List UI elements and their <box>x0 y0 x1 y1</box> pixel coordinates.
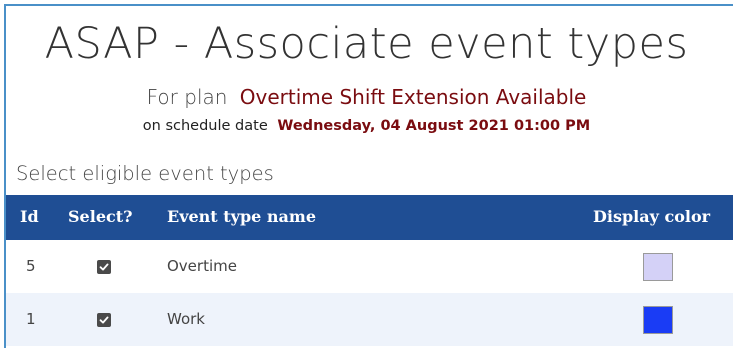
display-color-swatch[interactable] <box>643 253 673 281</box>
schedule-date: Wednesday, 04 August 2021 01:00 PM <box>277 118 591 134</box>
event-type-name: Work <box>167 310 205 328</box>
select-checkbox[interactable] <box>97 313 111 327</box>
check-icon <box>99 263 109 271</box>
column-header-id[interactable]: Id <box>20 207 39 226</box>
column-header-select[interactable]: Select? <box>68 207 133 226</box>
column-header-display-color[interactable]: Display color <box>593 207 710 226</box>
table-row[interactable]: 5 Overtime <box>6 240 733 293</box>
event-type-name: Overtime <box>167 257 237 275</box>
table-header: Id Select? Event type name Display color <box>6 195 733 240</box>
table-row[interactable]: 1 Work <box>6 293 733 346</box>
row-id: 5 <box>26 257 36 275</box>
column-header-event-type-name[interactable]: Event type name <box>167 207 316 226</box>
row-id: 1 <box>26 310 36 328</box>
schedule-date-line: on schedule date Wednesday, 04 August 20… <box>0 116 733 136</box>
event-types-table: Id Select? Event type name Display color… <box>6 195 733 346</box>
display-color-swatch[interactable] <box>643 306 673 334</box>
section-label: Select eligible event types <box>16 162 274 185</box>
check-icon <box>99 316 109 324</box>
select-checkbox[interactable] <box>97 260 111 274</box>
plan-line: For plan Overtime Shift Extension Availa… <box>0 84 733 110</box>
plan-prefix: For plan <box>146 85 228 109</box>
plan-name: Overtime Shift Extension Available <box>239 85 587 109</box>
date-prefix: on schedule date <box>142 118 268 134</box>
page-title: ASAP - Associate event types <box>44 19 689 69</box>
